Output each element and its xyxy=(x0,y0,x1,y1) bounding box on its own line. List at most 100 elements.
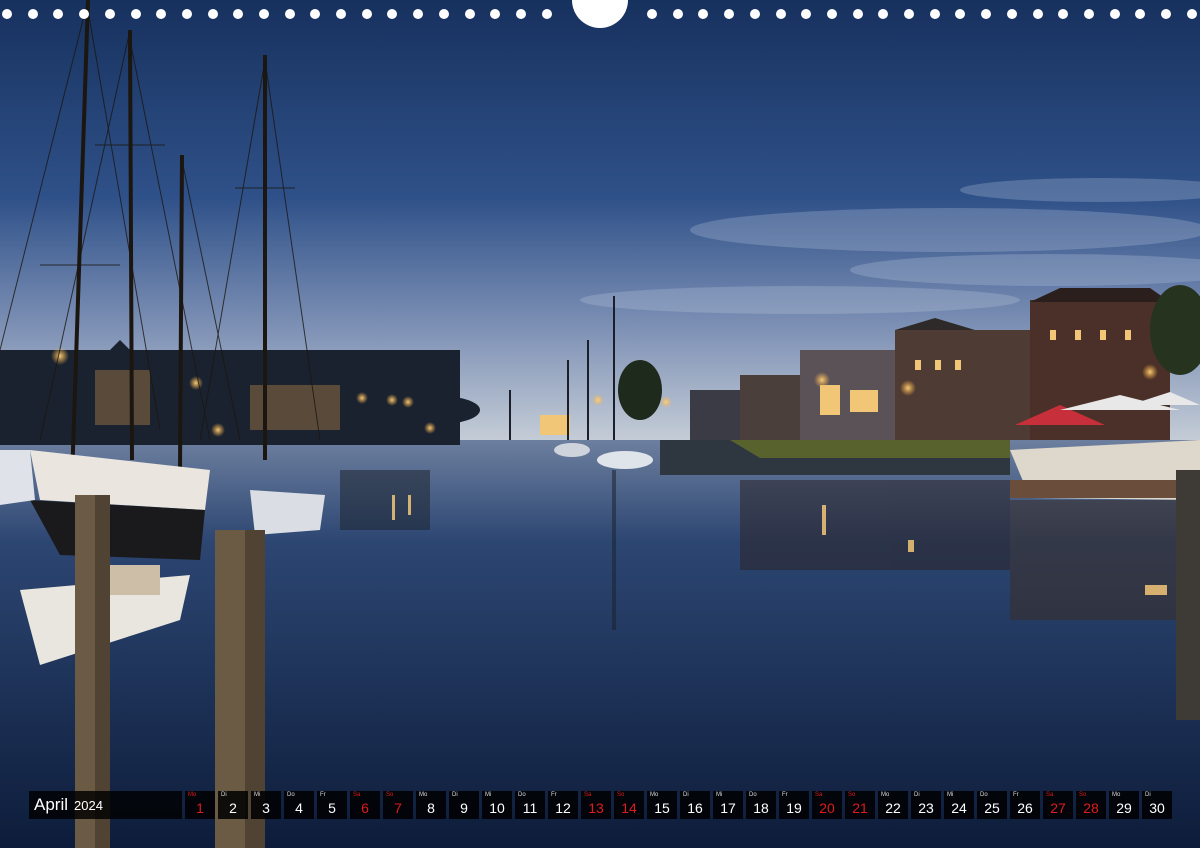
day-number: 11 xyxy=(522,800,538,816)
day-cell: Mo 15 xyxy=(647,791,677,819)
day-cell: Fr 19 xyxy=(779,791,809,819)
binding-hole xyxy=(1161,9,1171,19)
day-cell: Mo 22 xyxy=(878,791,908,819)
binding-hole xyxy=(750,9,760,19)
binding-hole xyxy=(465,9,475,19)
binding-hole xyxy=(233,9,243,19)
day-cell: Di 9 xyxy=(449,791,479,819)
binding-hole xyxy=(1084,9,1094,19)
binding-hole xyxy=(776,9,786,19)
day-cell: Di 2 xyxy=(218,791,248,819)
binding-hole xyxy=(387,9,397,19)
day-number: 29 xyxy=(1116,800,1132,816)
weekday-label: Sa xyxy=(1046,792,1054,798)
day-number: 30 xyxy=(1149,800,1165,816)
binding-hole xyxy=(930,9,940,19)
day-cell: Fr 5 xyxy=(317,791,347,819)
day-number: 2 xyxy=(229,800,237,816)
binding-hole xyxy=(853,9,863,19)
weekday-label: Mo xyxy=(881,792,890,798)
day-cell: Do 11 xyxy=(515,791,545,819)
day-number: 14 xyxy=(621,800,637,816)
binding-hole xyxy=(1110,9,1120,19)
binding-hole xyxy=(698,9,708,19)
day-number: 26 xyxy=(1017,800,1033,816)
month-label: April 2024 xyxy=(29,791,183,819)
binding-hole xyxy=(362,9,372,19)
day-number: 17 xyxy=(720,800,736,816)
day-number: 22 xyxy=(885,800,901,816)
day-cell: Mo 1 xyxy=(185,791,215,819)
binding-hole xyxy=(336,9,346,19)
binding-hole xyxy=(105,9,115,19)
binding-hole xyxy=(1033,9,1043,19)
weekday-label: Di xyxy=(683,792,689,798)
day-cell: Do 25 xyxy=(977,791,1007,819)
weekday-label: Fr xyxy=(551,792,557,798)
day-cell: Mo 8 xyxy=(416,791,446,819)
lawn xyxy=(730,440,1010,458)
binding-hole xyxy=(79,9,89,19)
weekday-label: Fr xyxy=(320,792,326,798)
day-number: 12 xyxy=(555,800,571,816)
day-cell: So 14 xyxy=(614,791,644,819)
day-number: 16 xyxy=(687,800,703,816)
weekday-label: So xyxy=(1079,792,1087,798)
weekday-label: Mi xyxy=(716,792,723,798)
binding-hole xyxy=(827,9,837,19)
binding-hole xyxy=(490,9,500,19)
day-cell: Mi 10 xyxy=(482,791,512,819)
binding-hole xyxy=(1058,9,1068,19)
binding-hole xyxy=(878,9,888,19)
day-number: 8 xyxy=(427,800,435,816)
weekday-label: Mi xyxy=(947,792,954,798)
weekday-label: So xyxy=(848,792,856,798)
day-cell: Sa 27 xyxy=(1043,791,1073,819)
day-number: 27 xyxy=(1050,800,1066,816)
day-cell: Mi 3 xyxy=(251,791,281,819)
month-name: April xyxy=(34,795,69,814)
day-number: 13 xyxy=(588,800,604,816)
day-cell: Fr 12 xyxy=(548,791,578,819)
weekday-label: Mo xyxy=(419,792,428,798)
day-cell: Sa 6 xyxy=(350,791,380,819)
weekday-label: Di xyxy=(914,792,920,798)
binding-hole xyxy=(801,9,811,19)
binding-hole xyxy=(208,9,218,19)
binding-hole xyxy=(673,9,683,19)
day-cell: Do 4 xyxy=(284,791,314,819)
day-number: 25 xyxy=(984,800,1000,816)
day-number: 1 xyxy=(196,800,204,816)
day-cell: Do 18 xyxy=(746,791,776,819)
binding-hole xyxy=(1187,9,1197,19)
binding-hole xyxy=(2,9,12,19)
weekday-label: Do xyxy=(518,792,526,798)
weekday-label: Fr xyxy=(782,792,788,798)
weekday-label: Mi xyxy=(254,792,261,798)
binding-hole xyxy=(1135,9,1145,19)
harbor-night-photo xyxy=(0,0,1200,848)
day-cell: Mo 29 xyxy=(1109,791,1139,819)
binding-hole xyxy=(955,9,965,19)
day-number: 28 xyxy=(1083,800,1099,816)
weekday-label: Fr xyxy=(1013,792,1019,798)
day-number: 10 xyxy=(489,800,505,816)
weekday-label: Mi xyxy=(485,792,492,798)
binding-hole xyxy=(981,9,991,19)
day-cell: Mi 17 xyxy=(713,791,743,819)
day-number: 9 xyxy=(460,800,468,816)
day-number: 18 xyxy=(753,800,769,816)
weekday-label: Do xyxy=(749,792,757,798)
barge-right xyxy=(1010,440,1200,500)
day-number: 19 xyxy=(786,800,802,816)
day-number: 3 xyxy=(262,800,270,816)
day-cell: Di 16 xyxy=(680,791,710,819)
day-number: 20 xyxy=(819,800,835,816)
day-number: 24 xyxy=(951,800,967,816)
binding-hole xyxy=(156,9,166,19)
weekday-label: So xyxy=(386,792,394,798)
day-number: 21 xyxy=(852,800,868,816)
binding-hole xyxy=(1007,9,1017,19)
weekday-label: Mo xyxy=(188,792,197,798)
day-number: 7 xyxy=(394,800,402,816)
